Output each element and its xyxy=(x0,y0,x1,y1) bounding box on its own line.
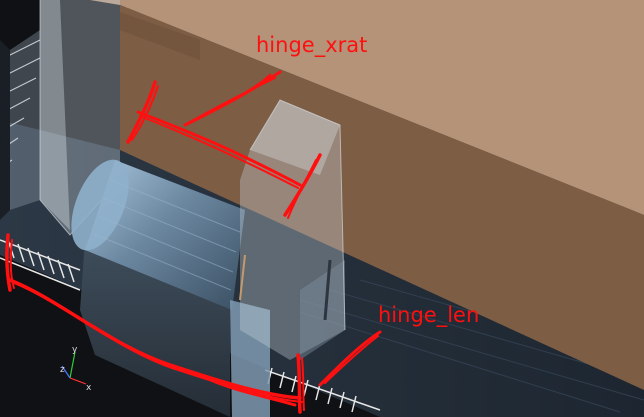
left-shadow xyxy=(0,40,10,220)
axis-y-label: y xyxy=(72,345,78,355)
hinge-3d-scene: hinge_xrat hinge_len y z x xyxy=(0,0,644,417)
cad-viewport[interactable]: hinge_xrat hinge_len y z x xyxy=(0,0,644,417)
axis-z-label: z xyxy=(60,365,65,375)
hinge-xrat-label: hinge_xrat xyxy=(256,33,367,58)
hinge-len-label: hinge_len xyxy=(378,303,479,328)
axis-x-label: x xyxy=(86,383,92,393)
